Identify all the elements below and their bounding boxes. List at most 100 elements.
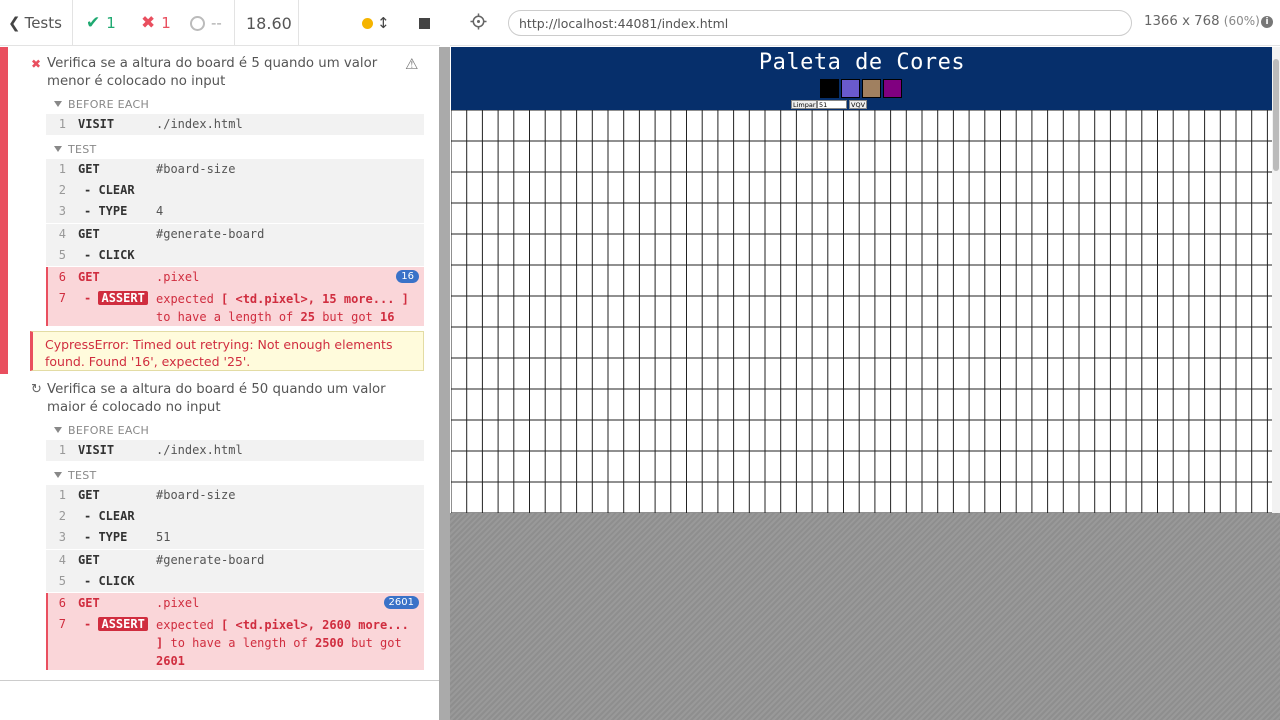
failed-count[interactable]: ✖ 1 [141,0,171,46]
assert-subject: ] [156,636,164,650]
error-message[interactable]: CypressError: Timed out retrying: Not en… [30,331,424,371]
running-status-icon [362,0,373,46]
command-number: 4 [58,553,66,567]
pixel-board[interactable] [451,110,1272,513]
palette-color-violet[interactable] [883,79,902,98]
palette-color-black[interactable] [820,79,839,98]
command-number: 1 [58,162,66,176]
hook-test[interactable]: TEST [54,143,97,156]
command-row-failed[interactable]: 7 - ASSERT expected [ <td.pixel>, 2600 m… [46,614,424,670]
test-title[interactable]: ↻ Verifica se a altura do board é 50 qua… [31,381,397,417]
command-row[interactable]: 1 GET #board-size [46,159,424,180]
failed-number: 1 [161,14,171,32]
command-message: #generate-board [156,227,265,241]
tests-label: Tests [24,14,62,32]
passed-count[interactable]: ✔ 1 [86,0,116,46]
aut-background [450,513,1280,720]
generate-board-button[interactable]: VQV [849,100,867,109]
command-name: - CLICK [84,248,135,262]
assert-word: expected [156,618,214,632]
app-title: Paleta de Cores [758,50,966,75]
command-row[interactable]: 5 - CLICK [46,571,424,592]
assert-actual: 16 [380,310,395,324]
test-title[interactable]: ✖ Verifica se a altura do board é 5 quan… [31,55,397,91]
check-icon: ✔ [86,13,101,33]
reporter-panel: ❮ Tests ✔ 1 ✖ 1 -- 18.60 ↕ ✖ Verifica se… [0,0,440,720]
hook-before-each[interactable]: BEFORE EACH [54,424,149,437]
command-row[interactable]: 2 - CLEAR [46,506,424,527]
assert-badge: ASSERT [98,617,148,631]
assert-subject: [ <td.pixel>, 2600 more... [221,618,409,632]
command-name: VISIT [78,117,115,131]
aut-scrollbar[interactable] [1272,47,1280,513]
hook-test[interactable]: TEST [54,469,97,482]
command-row[interactable]: 1 GET #board-size [46,485,424,506]
command-row[interactable]: 1 VISIT ./index.html [46,114,424,135]
app-header: Paleta de Cores Limpar 51 VQV [451,47,1273,110]
scrollbar-thumb[interactable] [1273,59,1279,171]
auto-scroll-icon[interactable]: ↕ [377,0,390,46]
command-number: 5 [58,574,66,588]
palette-color-purple[interactable] [841,79,860,98]
chevron-left-icon: ❮ [8,14,21,32]
assert-word: but got [322,310,373,324]
assert-expected: 25 [300,310,315,324]
command-name: GET [78,270,100,284]
command-name: GET [78,227,100,241]
stop-icon [419,17,430,29]
app-under-test-frame: Paleta de Cores Limpar 51 VQV [451,47,1280,513]
board-size-input[interactable]: 51 [817,100,847,109]
assert-expected: 2500 [314,636,344,650]
command-name: GET [78,553,100,567]
command-name: GET [78,488,100,502]
command-row[interactable]: 4 GET #generate-board [46,550,424,571]
passed-number: 1 [106,14,116,32]
command-message: ./index.html [156,117,243,131]
command-row[interactable]: 3 - TYPE 51 [46,527,424,549]
command-row[interactable]: 1 VISIT ./index.html [46,440,424,461]
command-row[interactable]: 4 GET #generate-board [46,224,424,245]
hook-before-each[interactable]: BEFORE EACH [54,98,149,111]
command-message: #board-size [156,488,236,502]
assert-subject: [ <td.pixel>, 15 more... ] [221,292,409,306]
stop-button[interactable] [419,0,430,46]
tests-button[interactable]: ❮ Tests [8,0,62,46]
viewport-zoom: (60%) [1223,14,1260,28]
command-number: 3 [58,204,66,218]
clear-board-button[interactable]: Limpar [791,100,817,109]
url-bar[interactable]: http://localhost:44081/index.html [508,10,1132,36]
command-row[interactable]: 2 - CLEAR [46,180,424,201]
stats-bar: ❮ Tests ✔ 1 ✖ 1 -- 18.60 ↕ [0,0,440,46]
command-row-failed[interactable]: 6 GET .pixel 16 [46,267,424,288]
assert-word: to have a length of [170,636,308,650]
command-number: 7 [58,291,66,305]
command-row[interactable]: 5 - CLICK [46,245,424,266]
failed-icon: ✖ [31,57,42,71]
command-number: 1 [58,443,66,457]
divider [234,0,235,46]
viewport-dimensions: 1366 x 768 [1144,14,1220,29]
assert-message: expected [ <td.pixel>, 2600 more... ] to… [156,616,416,670]
command-message: 51 [156,530,171,544]
pending-count[interactable]: -- [190,0,222,46]
failed-test-indicator [0,47,8,374]
hook-label: BEFORE EACH [68,98,150,111]
command-number: 1 [58,117,66,131]
command-number: 6 [58,596,66,610]
palette-color-tan[interactable] [862,79,881,98]
selector-playground-icon[interactable] [470,13,487,30]
command-message: ./index.html [156,443,243,457]
info-icon[interactable]: i [1261,16,1273,28]
command-message: .pixel [156,270,200,284]
command-row[interactable]: 3 - TYPE 4 [46,201,424,223]
command-number: 3 [58,530,66,544]
assert-word: expected [156,292,214,306]
hook-label: TEST [68,469,97,482]
test-title-text: Verifica se a altura do board é 50 quand… [47,382,386,415]
divider [298,0,299,46]
command-row-failed[interactable]: 7 - ASSERT expected [ <td.pixel>, 15 mor… [46,288,424,326]
divider [0,680,440,681]
command-row-failed[interactable]: 6 GET .pixel 2601 [46,593,424,614]
panel-resize-handle[interactable] [439,47,450,720]
command-name: - TYPE [84,530,128,544]
